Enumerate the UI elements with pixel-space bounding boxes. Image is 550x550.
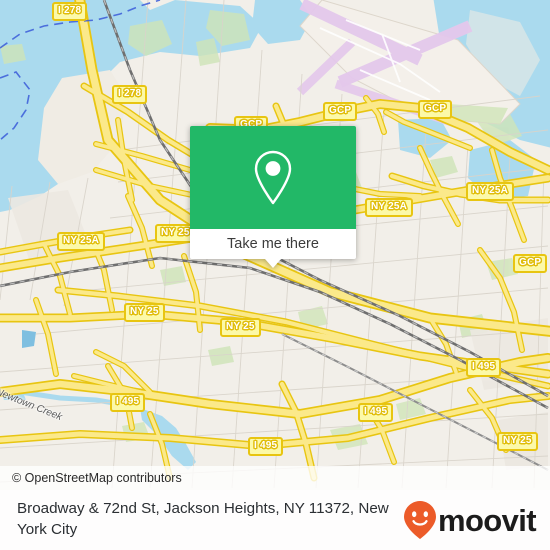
shield-ny25-center: NY 25 [220,318,261,337]
popup-tail-pointer [265,259,281,268]
shield-i495-bottom: I 495 [248,437,284,456]
osm-attribution: © OpenStreetMap contributors [0,466,550,490]
shield-ny25a-right: NY 25A [365,198,414,217]
shield-ny25-left: NY 25 [124,303,165,322]
shield-i495-left: I 495 [110,393,146,412]
moovit-smiley-pin-icon [403,501,436,539]
moovit-map-screenshot: I 278 I 278 GCP GCP GCP NY 25A NY 25A NY… [0,0,550,550]
shield-ny25a-far-right: NY 25A [466,182,515,201]
footer-bar: Broadway & 72nd St, Jackson Heights, NY … [0,490,550,550]
shield-gcp-lower-right: GCP [513,254,548,273]
shield-ny25-bottom-right: NY 25 [497,432,538,451]
shield-gcp-center: GCP [323,102,358,121]
take-me-there-button[interactable]: Take me there [190,229,356,259]
moovit-wordmark: moovit [437,502,537,538]
shield-i278-top: I 278 [52,2,88,21]
shield-i495-right: I 495 [466,358,502,377]
shield-gcp-right: GCP [418,100,453,119]
moovit-brand[interactable]: moovit [403,500,537,540]
shield-i495-center: I 495 [358,403,394,422]
location-popup-card[interactable]: Take me there [190,126,356,268]
shield-ny25a-left: NY 25A [57,232,106,251]
take-me-there-label: Take me there [227,236,319,252]
shield-i278-mid: I 278 [112,85,148,104]
attribution-text: © OpenStreetMap contributors [12,471,182,485]
popup-icon-panel [190,126,356,229]
address-text: Broadway & 72nd St, Jackson Heights, NY … [17,500,389,538]
map-pin-icon [254,150,292,204]
